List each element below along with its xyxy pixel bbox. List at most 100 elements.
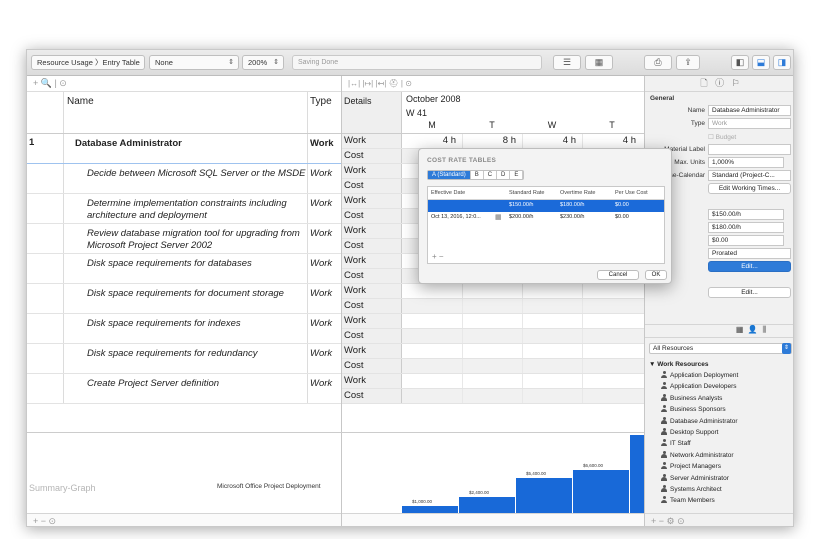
rate-cell[interactable]: $200.00/h: [509, 214, 533, 220]
calendar-icon[interactable]: ▦: [495, 213, 502, 221]
list-icon[interactable]: ☰: [553, 55, 581, 70]
share-icon[interactable]: ⇪: [676, 55, 700, 70]
table-header: Name Type: [27, 92, 341, 134]
task-name[interactable]: Create Project Server definition: [87, 378, 307, 390]
table-row[interactable]: 1 Database Administrator Work: [27, 134, 341, 164]
rate-row[interactable]: $150.00/h $180.00/h $0.00: [428, 200, 664, 212]
resource-item[interactable]: IT Staff: [645, 438, 793, 449]
rate-cell[interactable]: $230.00/h: [560, 214, 584, 220]
rate-cell[interactable]: Oct 13, 2016, 12:0...: [431, 214, 481, 220]
table-icon[interactable]: ▦: [585, 55, 613, 70]
type-select[interactable]: Work: [708, 118, 791, 129]
task-name[interactable]: Disk space requirements for databases: [87, 258, 307, 270]
document-icon[interactable]: 🗋: [700, 78, 707, 88]
resource-item[interactable]: Business Sponsors: [645, 404, 793, 415]
edit-working-times-button[interactable]: Edit Working Times...: [708, 183, 791, 194]
person-icon: [661, 405, 667, 413]
resource-item[interactable]: Network Administrator: [645, 450, 793, 461]
task-name[interactable]: Disk space requirements for redundancy: [87, 348, 307, 360]
grid-icon[interactable]: ▦: [736, 325, 744, 334]
task-name[interactable]: Disk space requirements for indexes: [87, 318, 307, 330]
table-row[interactable]: Create Project Server definition Work: [27, 374, 341, 404]
zoom-select[interactable]: 200% ⇕: [242, 55, 284, 70]
resource-item[interactable]: Business Analysts: [645, 393, 793, 404]
left-bottombar[interactable]: + − ⊙: [27, 513, 341, 526]
rate-tab[interactable]: C: [484, 171, 498, 179]
info-icon[interactable]: ⓘ: [715, 78, 724, 88]
rate-cell[interactable]: $150.00/h: [509, 202, 533, 208]
detail-label: Work: [344, 255, 366, 266]
resource-item[interactable]: Team Members: [645, 495, 793, 506]
rate-row[interactable]: Oct 13, 2016, 12:0... $200.00/h $230.00/h $…: [428, 212, 664, 224]
overtime-rate-field[interactable]: $180.00/h: [708, 222, 784, 233]
resource-item[interactable]: Project Managers: [645, 461, 793, 472]
grid-cell[interactable]: 4 h: [582, 135, 636, 146]
table-minibar[interactable]: + 🔍 | ⊙: [27, 76, 341, 92]
grid-cell[interactable]: 4 h: [402, 135, 456, 146]
rate-tab[interactable]: B: [471, 171, 484, 179]
person-icon[interactable]: 👤: [748, 325, 758, 334]
inspector-bottombar[interactable]: + − ⚙ ⊙: [645, 513, 793, 526]
base-calendar-select[interactable]: Standard (Project-C...: [708, 170, 791, 181]
rate-tab[interactable]: D: [497, 171, 511, 179]
budget-checkbox[interactable]: ☐ Budget: [708, 133, 736, 141]
grid-cell[interactable]: 4 h: [522, 135, 576, 146]
right-sidebar-icon[interactable]: ◨: [773, 55, 791, 70]
view-breadcrumb[interactable]: Resource Usage 〉Entry Table: [31, 55, 145, 70]
row-number: 1: [29, 137, 35, 148]
summary-graph-panel: Summary-Graph Microsoft Office Project D…: [27, 432, 342, 512]
grid-cell[interactable]: 8 h: [462, 135, 516, 146]
left-sidebar-icon[interactable]: ◧: [731, 55, 749, 70]
max-units-field[interactable]: 1,000%: [708, 157, 784, 168]
rate-cell[interactable]: $180.00/h: [560, 202, 584, 208]
resource-item[interactable]: Systems Architect: [645, 484, 793, 495]
accrue-select[interactable]: Prorated: [708, 248, 791, 259]
resource-icon[interactable]: ⚐: [732, 78, 740, 88]
rate-tab[interactable]: A (Standard): [428, 171, 471, 179]
filter-select[interactable]: None ⇕: [149, 55, 239, 70]
column-name-header[interactable]: Name: [67, 96, 94, 107]
task-name[interactable]: Review database migration tool for upgra…: [87, 228, 307, 252]
cancel-button[interactable]: Cancel: [597, 270, 639, 280]
table-row[interactable]: Determine implementation constraints inc…: [27, 194, 341, 224]
table-row[interactable]: Disk space requirements for document sto…: [27, 284, 341, 314]
table-row[interactable]: Disk space requirements for redundancy Wo…: [27, 344, 341, 374]
resource-item[interactable]: Server Administrator: [645, 473, 793, 484]
edit-cost-tables-button[interactable]: Edit...: [708, 261, 791, 272]
resources-filter-select[interactable]: All Resources ⇕: [649, 343, 792, 354]
rate-tab[interactable]: E: [510, 171, 524, 179]
disclosure-triangle-icon[interactable]: ▼: [649, 361, 655, 368]
resource-item[interactable]: Application Developers: [645, 381, 793, 392]
task-name[interactable]: Decide between Microsoft SQL Server or t…: [87, 168, 307, 180]
standard-rate-field[interactable]: $150.00/h: [708, 209, 784, 220]
add-remove-rate-buttons[interactable]: + −: [432, 252, 444, 261]
divider: [582, 299, 583, 313]
bottom-panel-icon[interactable]: ⬓: [752, 55, 770, 70]
table-row[interactable]: Disk space requirements for databases Wor…: [27, 254, 341, 284]
table-row[interactable]: Decide between Microsoft SQL Server or t…: [27, 164, 341, 194]
table-row[interactable]: Disk space requirements for indexes Work: [27, 314, 341, 344]
material-field[interactable]: [708, 144, 791, 155]
rate-cell[interactable]: $0.00: [615, 202, 629, 208]
task-name[interactable]: Database Administrator: [75, 138, 295, 150]
print-icon[interactable]: ⎙: [644, 55, 672, 70]
resource-item[interactable]: Desktop Support: [645, 427, 793, 438]
divider: [63, 224, 64, 253]
columns-icon[interactable]: ⫼: [762, 325, 766, 334]
person-icon: [661, 439, 667, 447]
ok-button[interactable]: OK: [645, 270, 667, 280]
resource-name: Systems Architect: [670, 485, 722, 493]
person-icon: [661, 484, 667, 492]
table-row[interactable]: Review database migration tool for upgra…: [27, 224, 341, 254]
resource-group[interactable]: ▼ Work Resources: [645, 359, 793, 370]
edit-availability-button[interactable]: Edit...: [708, 287, 791, 298]
resource-item[interactable]: Database Administrator: [645, 416, 793, 427]
resource-item[interactable]: Application Deployment: [645, 370, 793, 381]
name-field[interactable]: Database Administrator: [708, 105, 791, 116]
rate-cell[interactable]: $0.00: [615, 214, 629, 220]
task-name[interactable]: Determine implementation constraints inc…: [87, 198, 307, 222]
grid-minibar[interactable]: |↔| |↦| |↤| ⛑ | ⊙: [342, 76, 644, 92]
task-name[interactable]: Disk space requirements for document sto…: [87, 288, 307, 300]
per-use-cost-field[interactable]: $0.00: [708, 235, 784, 246]
column-type-header[interactable]: Type: [310, 96, 332, 107]
